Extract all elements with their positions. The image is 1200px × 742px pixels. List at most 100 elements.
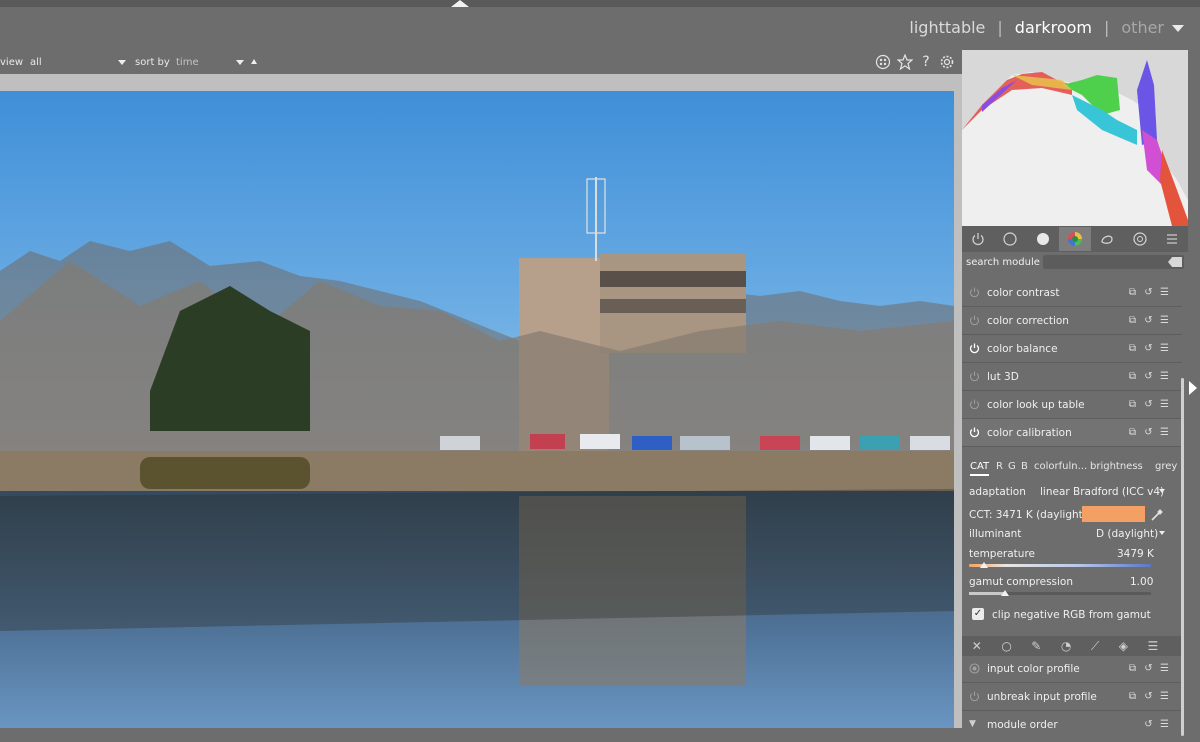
multi-instance-icon[interactable]: ⧉ (1127, 371, 1138, 382)
illuminant-caret[interactable] (1159, 531, 1165, 535)
circle-icon[interactable] (994, 227, 1026, 251)
module-color-contrast[interactable]: color contrast ⧉ ↺ ☰ (962, 279, 1182, 307)
reset-icon[interactable]: ↺ (1143, 315, 1154, 326)
gamut-compression-handle[interactable] (1001, 590, 1010, 596)
close-icon[interactable]: ✕ (972, 639, 982, 653)
temperature-slider-handle[interactable] (979, 562, 988, 568)
view-separator: | (1103, 18, 1110, 37)
right-panel-scrollbar[interactable] (1181, 378, 1184, 736)
power-icon[interactable] (969, 427, 980, 438)
power-icon[interactable] (962, 227, 994, 251)
multi-instance-icon[interactable]: ⧉ (1127, 427, 1138, 438)
multi-instance-icon[interactable]: ⧉ (1127, 663, 1138, 674)
power-icon[interactable] (969, 371, 980, 382)
module-color-look-up-table[interactable]: color look up table ⧉ ↺ ☰ (962, 391, 1182, 419)
illuminant-label: illuminant (969, 528, 1022, 540)
gear-icon[interactable] (939, 54, 955, 70)
multi-instance-icon[interactable]: ⧉ (1127, 691, 1138, 702)
module-input-color-profile[interactable]: input color profile ⧉ ↺ ☰ (962, 655, 1182, 683)
reset-icon[interactable]: ↺ (1143, 287, 1154, 298)
presets-menu-icon[interactable]: ☰ (1159, 315, 1170, 326)
photo-canvas[interactable] (0, 91, 954, 728)
illuminant-select[interactable]: D (daylight) (1096, 528, 1158, 540)
reset-icon[interactable]: ↺ (1143, 719, 1154, 730)
temperature-slider[interactable] (969, 564, 1151, 567)
gamut-compression-slider[interactable] (969, 592, 1151, 595)
tab-cat[interactable]: CAT (970, 461, 990, 476)
presets-menu-icon[interactable]: ☰ (1159, 287, 1170, 298)
module-unbreak-input-profile[interactable]: unbreak input profile ⧉ ↺ ☰ (962, 683, 1182, 711)
sort-by-caret[interactable] (236, 60, 244, 65)
pen-icon[interactable]: ✎ (1031, 639, 1041, 653)
expand-triangle-icon[interactable]: ▼ (969, 719, 980, 730)
raster-icon[interactable]: ◈ (1119, 639, 1128, 653)
module-color-calibration[interactable]: color calibration ⧉ ↺ ☰ (962, 419, 1182, 447)
views-dropdown-caret[interactable] (1172, 25, 1184, 32)
drawn-param-icon[interactable]: ⟋ (1091, 639, 1099, 654)
power-icon[interactable] (969, 399, 980, 410)
presets-menu-icon[interactable]: ☰ (1159, 343, 1170, 354)
module-color-correction[interactable]: color correction ⧉ ↺ ☰ (962, 307, 1182, 335)
tab-colorfulness[interactable]: colorfuln... (1034, 461, 1087, 472)
tab-r[interactable]: R (996, 461, 1003, 472)
view-darkroom[interactable]: darkroom (1015, 18, 1092, 37)
view-other[interactable]: other (1121, 18, 1164, 37)
power-icon[interactable] (969, 287, 980, 298)
tab-brightness[interactable]: brightness (1090, 461, 1143, 472)
presets-menu-icon[interactable]: ☰ (1159, 663, 1170, 674)
module-color-balance[interactable]: color balance ⧉ ↺ ☰ (962, 335, 1182, 363)
module-order[interactable]: ▼ module order ↺ ☰ (962, 711, 1182, 739)
presets-menu-icon[interactable]: ☰ (1159, 371, 1170, 382)
reset-icon[interactable]: ↺ (1143, 371, 1154, 382)
collapse-top-arrow[interactable] (451, 0, 469, 7)
reset-icon[interactable]: ↺ (1143, 399, 1154, 410)
search-input[interactable] (1043, 255, 1184, 269)
effect-icon[interactable] (1123, 227, 1155, 251)
reset-icon[interactable]: ↺ (1143, 427, 1154, 438)
multi-instance-icon[interactable]: ⧉ (1127, 399, 1138, 410)
circle-icon[interactable]: ○ (1001, 639, 1011, 653)
circle-dot-icon[interactable] (969, 663, 980, 674)
tab-b[interactable]: B (1021, 461, 1028, 472)
presets-menu-icon[interactable]: ☰ (1159, 691, 1170, 702)
adaptation-caret[interactable] (1159, 489, 1165, 493)
presets-menu-icon[interactable]: ☰ (1159, 719, 1170, 730)
reset-icon[interactable]: ↺ (1143, 663, 1154, 674)
multi-instance-icon[interactable]: ⧉ (1127, 315, 1138, 326)
power-icon[interactable] (969, 691, 980, 702)
view-lighttable[interactable]: lighttable (909, 18, 985, 37)
module-name: input color profile (987, 663, 1080, 675)
tab-grey[interactable]: grey (1155, 461, 1177, 472)
sort-by-select[interactable]: time (176, 57, 199, 68)
clip-negative-checkbox[interactable]: ✓ (972, 608, 984, 620)
collapse-right-arrow[interactable] (1189, 381, 1197, 395)
help-icon[interactable]: ? (918, 54, 934, 70)
apps-icon[interactable] (875, 54, 891, 70)
half-circle-icon[interactable] (1027, 227, 1059, 251)
presets-menu-icon[interactable]: ☰ (1159, 427, 1170, 438)
multi-instance-icon[interactable]: ⧉ (1127, 343, 1138, 354)
adaptation-select[interactable]: linear Bradford (ICC v4) (1040, 486, 1164, 498)
reset-icon[interactable]: ↺ (1143, 691, 1154, 702)
menu-icon[interactable] (1156, 227, 1188, 251)
view-filter-select[interactable]: all (30, 57, 42, 68)
menu-icon[interactable]: ☰ (1147, 639, 1158, 653)
gamut-compression-value: 1.00 (1130, 576, 1154, 588)
power-icon[interactable] (969, 343, 980, 354)
view-filter-caret[interactable] (118, 60, 126, 65)
correct-icon[interactable] (1091, 227, 1123, 251)
histogram[interactable] (962, 50, 1188, 226)
parametric-icon[interactable]: ◔ (1061, 639, 1071, 653)
presets-menu-icon[interactable]: ☰ (1159, 399, 1170, 410)
star-icon[interactable] (896, 53, 914, 71)
color-wheel-icon[interactable] (1058, 227, 1092, 251)
sort-order-toggle[interactable] (251, 59, 257, 64)
module-lut-3d[interactable]: lut 3D ⧉ ↺ ☰ (962, 363, 1182, 391)
tab-g[interactable]: G (1008, 461, 1016, 472)
clip-negative-label: clip negative RGB from gamut (992, 609, 1151, 621)
sort-by-label: sort by (135, 57, 170, 68)
reset-icon[interactable]: ↺ (1143, 343, 1154, 354)
multi-instance-icon[interactable]: ⧉ (1127, 287, 1138, 298)
power-icon[interactable] (969, 315, 980, 326)
color-picker-icon[interactable] (1150, 507, 1164, 521)
